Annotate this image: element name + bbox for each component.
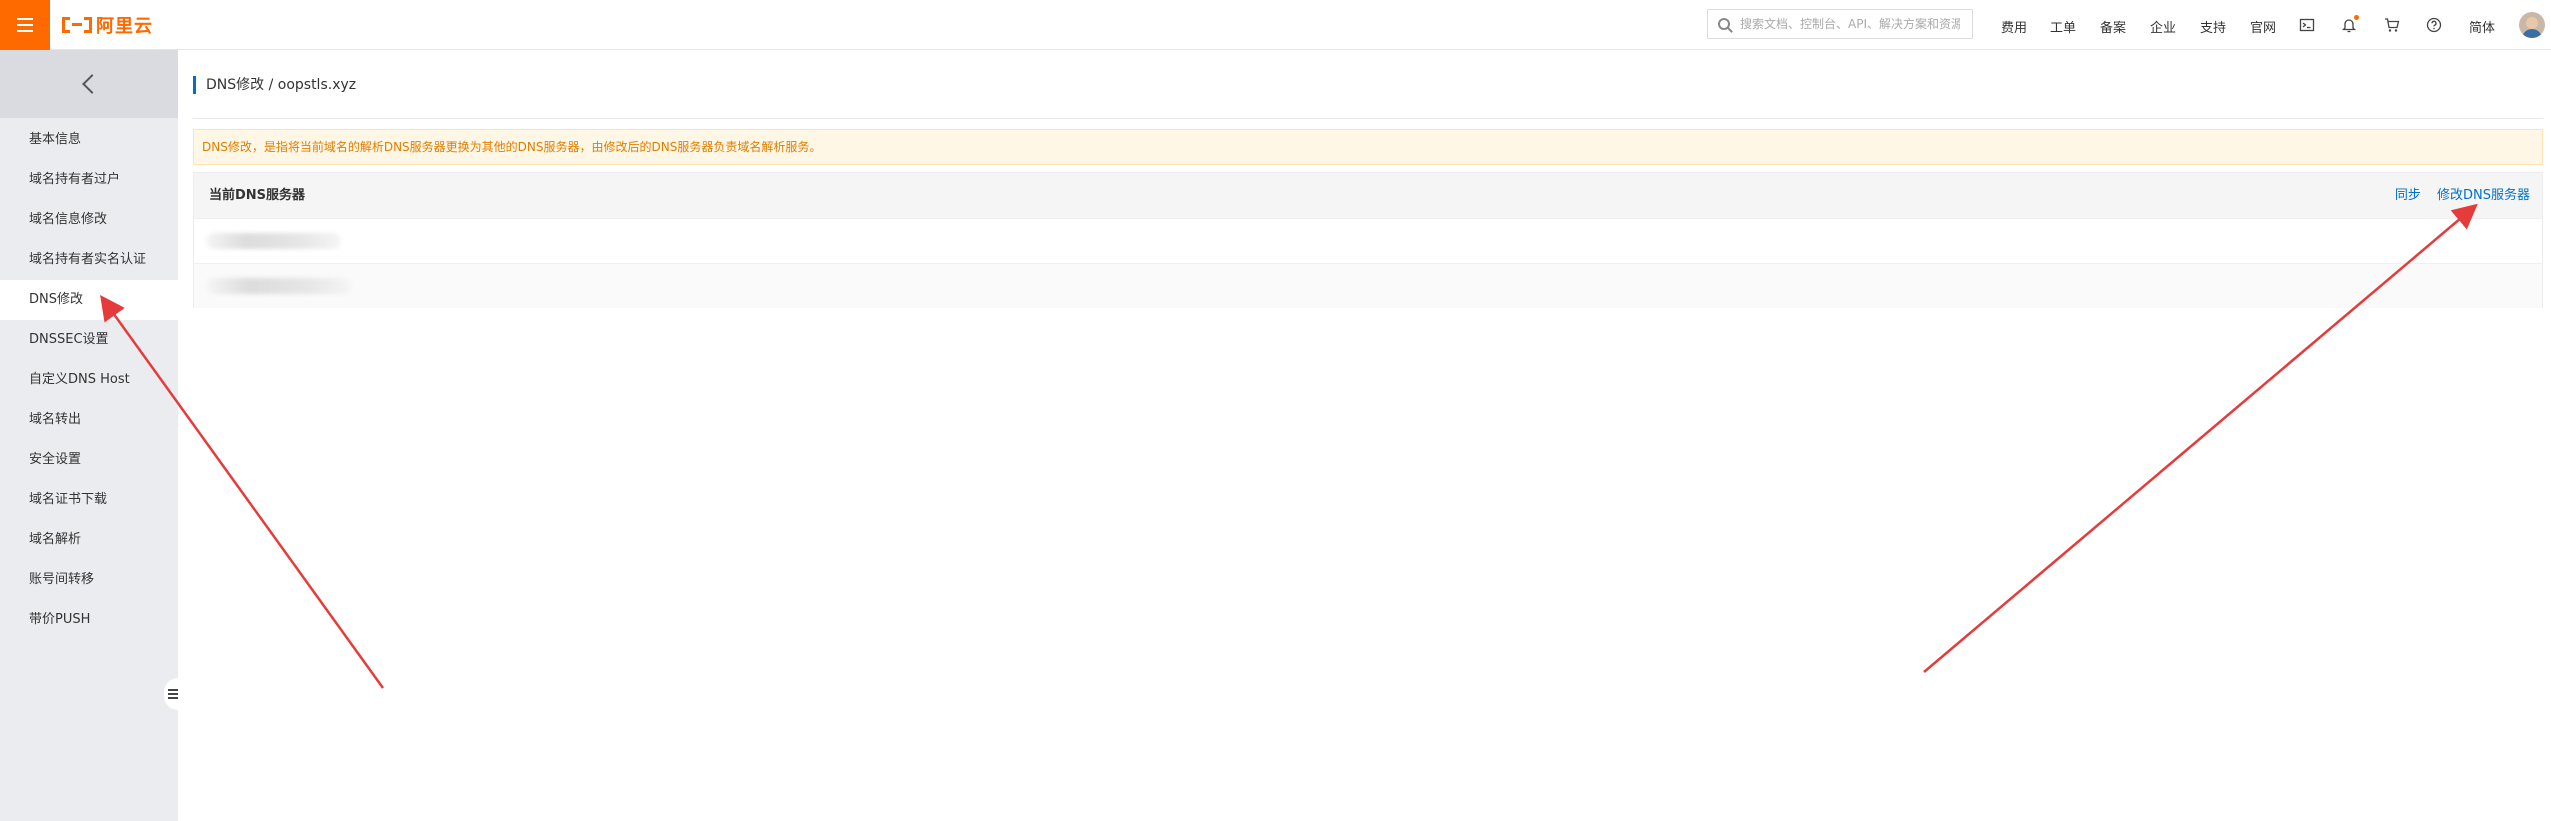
- arrow-to-modify-dns-link: [1923, 203, 2478, 673]
- annotation-arrows: [100, 203, 2478, 689]
- arrow-to-dns-modify: [100, 294, 385, 689]
